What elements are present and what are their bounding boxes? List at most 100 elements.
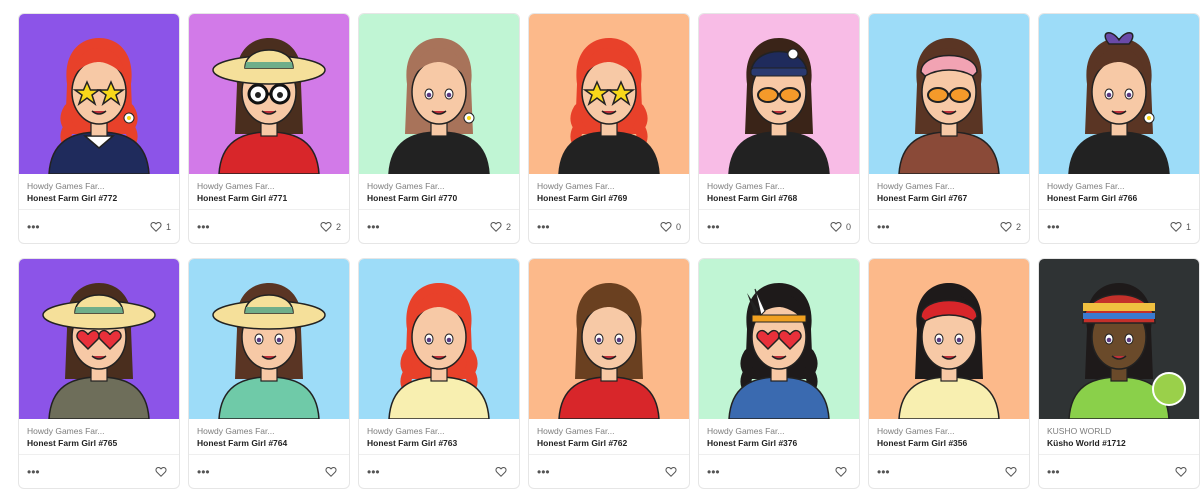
item-title[interactable]: Honest Farm Girl #767 <box>877 192 1021 204</box>
more-options-icon[interactable]: ••• <box>367 221 380 233</box>
item-title[interactable]: Küsho World #1712 <box>1047 437 1191 449</box>
nft-card[interactable]: Howdy Games Far... Honest Farm Girl #767… <box>868 13 1030 244</box>
heart-icon <box>1170 222 1182 232</box>
nft-card[interactable]: Howdy Games Far... Honest Farm Girl #376… <box>698 258 860 489</box>
like-button[interactable] <box>1175 466 1191 477</box>
heart-icon <box>660 222 672 232</box>
more-options-icon[interactable]: ••• <box>197 466 210 478</box>
nft-image[interactable] <box>699 14 859 174</box>
item-title[interactable]: Honest Farm Girl #769 <box>537 192 681 204</box>
collection-name[interactable]: Howdy Games Far... <box>197 181 341 192</box>
nft-image[interactable] <box>869 14 1029 174</box>
nft-image[interactable] <box>529 259 689 419</box>
item-title[interactable]: Honest Farm Girl #763 <box>367 437 511 449</box>
item-title[interactable]: Honest Farm Girl #356 <box>877 437 1021 449</box>
like-button[interactable] <box>155 466 171 477</box>
nft-card[interactable]: Howdy Games Far... Honest Farm Girl #764… <box>188 258 350 489</box>
item-title[interactable]: Honest Farm Girl #771 <box>197 192 341 204</box>
like-count: 2 <box>505 221 511 232</box>
collection-name[interactable]: Howdy Games Far... <box>877 426 1021 437</box>
nft-image[interactable] <box>359 14 519 174</box>
more-options-icon[interactable]: ••• <box>27 221 40 233</box>
collection-name[interactable]: Howdy Games Far... <box>367 426 511 437</box>
nft-image[interactable] <box>869 259 1029 419</box>
item-title[interactable]: Honest Farm Girl #770 <box>367 192 511 204</box>
like-button[interactable] <box>665 466 681 477</box>
nft-card[interactable]: Howdy Games Far... Honest Farm Girl #356… <box>868 258 1030 489</box>
collection-name[interactable]: Howdy Games Far... <box>537 181 681 192</box>
collection-name[interactable]: Howdy Games Far... <box>707 181 851 192</box>
more-options-icon[interactable]: ••• <box>707 466 720 478</box>
more-options-icon[interactable]: ••• <box>1047 466 1060 478</box>
like-count: 0 <box>675 221 681 232</box>
nft-card[interactable]: Howdy Games Far... Honest Farm Girl #768… <box>698 13 860 244</box>
more-options-icon[interactable]: ••• <box>707 221 720 233</box>
item-title[interactable]: Honest Farm Girl #762 <box>537 437 681 449</box>
like-button[interactable] <box>325 466 341 477</box>
like-button[interactable] <box>835 466 851 477</box>
collection-name[interactable]: Howdy Games Far... <box>367 181 511 192</box>
nft-card[interactable]: Howdy Games Far... Honest Farm Girl #763… <box>358 258 520 489</box>
item-title[interactable]: Honest Farm Girl #764 <box>197 437 341 449</box>
nft-grid: Howdy Games Far... Honest Farm Girl #772… <box>18 13 1200 489</box>
nft-card[interactable]: KUSHO WORLD Küsho World #1712 ••• <box>1038 258 1200 489</box>
more-options-icon[interactable]: ••• <box>367 466 380 478</box>
more-options-icon[interactable]: ••• <box>877 466 890 478</box>
nft-image[interactable] <box>19 14 179 174</box>
nft-image[interactable] <box>189 14 349 174</box>
item-title[interactable]: Honest Farm Girl #765 <box>27 437 171 449</box>
nft-image[interactable] <box>359 259 519 419</box>
nft-image[interactable] <box>189 259 349 419</box>
more-options-icon[interactable]: ••• <box>537 466 550 478</box>
collection-name[interactable]: Howdy Games Far... <box>1047 181 1191 192</box>
like-count: 2 <box>1015 221 1021 232</box>
card-footer: ••• <box>19 454 179 488</box>
nft-card[interactable]: Howdy Games Far... Honest Farm Girl #770… <box>358 13 520 244</box>
nft-image[interactable] <box>699 259 859 419</box>
more-options-icon[interactable]: ••• <box>197 221 210 233</box>
collection-name[interactable]: Howdy Games Far... <box>27 426 171 437</box>
heart-icon <box>320 222 332 232</box>
collection-name[interactable]: KUSHO WORLD <box>1047 426 1191 437</box>
like-count: 2 <box>335 221 341 232</box>
nft-image[interactable] <box>1039 259 1199 419</box>
like-button[interactable]: 2 <box>490 221 511 232</box>
like-button[interactable]: 2 <box>320 221 341 232</box>
item-title[interactable]: Honest Farm Girl #768 <box>707 192 851 204</box>
heart-icon <box>325 467 337 477</box>
card-footer: ••• 0 <box>699 209 859 243</box>
like-button[interactable]: 2 <box>1000 221 1021 232</box>
like-button[interactable]: 0 <box>830 221 851 232</box>
nft-card[interactable]: Howdy Games Far... Honest Farm Girl #772… <box>18 13 180 244</box>
like-button[interactable]: 1 <box>150 221 171 232</box>
nft-card[interactable]: Howdy Games Far... Honest Farm Girl #765… <box>18 258 180 489</box>
nft-card[interactable]: Howdy Games Far... Honest Farm Girl #769… <box>528 13 690 244</box>
nft-image[interactable] <box>529 14 689 174</box>
more-options-icon[interactable]: ••• <box>27 466 40 478</box>
nft-card[interactable]: Howdy Games Far... Honest Farm Girl #771… <box>188 13 350 244</box>
heart-icon <box>665 467 677 477</box>
like-button[interactable] <box>1005 466 1021 477</box>
more-options-icon[interactable]: ••• <box>877 221 890 233</box>
more-options-icon[interactable]: ••• <box>1047 221 1060 233</box>
collection-name[interactable]: Howdy Games Far... <box>877 181 1021 192</box>
heart-icon <box>155 467 167 477</box>
collection-name[interactable]: Howdy Games Far... <box>707 426 851 437</box>
collection-name[interactable]: Howdy Games Far... <box>27 181 171 192</box>
nft-card[interactable]: Howdy Games Far... Honest Farm Girl #762… <box>528 258 690 489</box>
item-title[interactable]: Honest Farm Girl #376 <box>707 437 851 449</box>
heart-icon <box>490 222 502 232</box>
nft-image[interactable] <box>1039 14 1199 174</box>
like-button[interactable]: 0 <box>660 221 681 232</box>
item-title[interactable]: Honest Farm Girl #766 <box>1047 192 1191 204</box>
more-options-icon[interactable]: ••• <box>537 221 550 233</box>
nft-card[interactable]: Howdy Games Far... Honest Farm Girl #766… <box>1038 13 1200 244</box>
like-button[interactable]: 1 <box>1170 221 1191 232</box>
collection-name[interactable]: Howdy Games Far... <box>197 426 341 437</box>
like-button[interactable] <box>495 466 511 477</box>
card-footer: ••• 2 <box>359 209 519 243</box>
item-title[interactable]: Honest Farm Girl #772 <box>27 192 171 204</box>
nft-image[interactable] <box>19 259 179 419</box>
collection-name[interactable]: Howdy Games Far... <box>537 426 681 437</box>
like-count: 0 <box>845 221 851 232</box>
